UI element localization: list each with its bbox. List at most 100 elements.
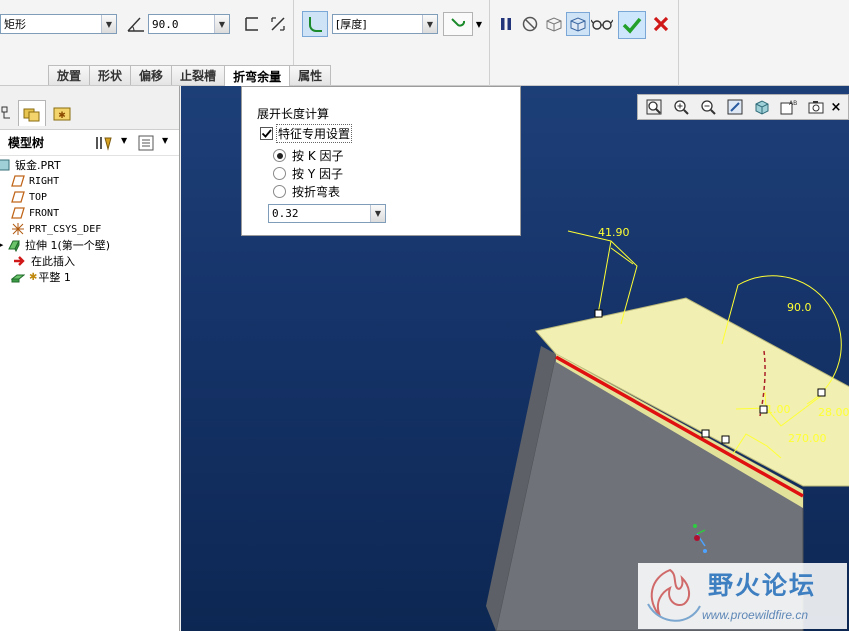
attached-preview-icon[interactable]	[542, 12, 566, 36]
cancel-x-icon[interactable]	[649, 12, 673, 36]
shape-select-value: 矩形	[4, 18, 26, 31]
tree-item-label: 钣金.PRT	[15, 159, 61, 172]
model-tree-header: 模型树 ▼ ▼	[0, 130, 179, 156]
angle-icon	[124, 12, 148, 36]
dim-angle-label: 90.0	[787, 301, 812, 314]
tab-relief[interactable]: 止裂槽	[171, 65, 226, 85]
tree-item-label: TOP	[29, 191, 48, 203]
tree-item-insert-here[interactable]: 在此插入	[12, 253, 75, 269]
chevron-down-icon[interactable]: ▼	[370, 205, 385, 222]
flame-logo-icon	[647, 568, 701, 622]
tab-properties[interactable]: 属性	[289, 65, 332, 85]
tab-bend-allowance[interactable]: 折弯余量	[224, 65, 291, 86]
close-view-toolbar-icon[interactable]: ×	[831, 96, 842, 118]
factor-value: 0.32	[272, 207, 299, 220]
chevron-down-icon[interactable]: ▼	[101, 15, 116, 33]
bend-radius-side-button[interactable]	[302, 11, 328, 37]
chevron-down-icon[interactable]: ▼	[472, 12, 486, 36]
tree-item-label: PRT_CSYS_DEF	[29, 223, 102, 235]
zoom-out-icon[interactable]	[696, 96, 720, 118]
watermark-title: 野火论坛	[708, 571, 817, 600]
toolbar-divider	[489, 0, 490, 86]
glasses-preview-icon[interactable]	[590, 12, 614, 36]
dim-a-label: 28.00	[818, 406, 849, 419]
insert-here-arrow-icon	[12, 254, 28, 268]
dim-b-label: 270.00	[788, 432, 827, 445]
navigator-pane: ✱ 模型树 ▼ ▼ 钣金.PRT RIGHT TOP FRONT PRT_CSY…	[0, 86, 180, 631]
tree-item-part[interactable]: 钣金.PRT	[0, 157, 61, 173]
view-toolbar: AB ×	[637, 94, 849, 120]
dim-length-label: 41.90	[598, 226, 630, 239]
radio-k-factor[interactable]: 按 K 因子	[273, 147, 344, 164]
refit-icon[interactable]	[642, 96, 666, 118]
tree-item-front[interactable]: FRONT	[10, 205, 59, 221]
no-preview-icon[interactable]	[518, 12, 542, 36]
bend-direction-button[interactable]	[443, 12, 473, 36]
confirm-check-icon[interactable]	[618, 11, 646, 39]
radio-selected-icon[interactable]	[273, 149, 286, 162]
radio-bend-table[interactable]: 按折弯表	[273, 183, 340, 200]
checkbox-checked-icon[interactable]	[260, 127, 273, 140]
panel-heading: 展开长度计算	[257, 107, 330, 121]
folder-browser-tab-icon[interactable]	[18, 100, 46, 126]
tree-item-label: 在此插入	[31, 255, 75, 268]
radio-bend-table-label: 按折弯表	[292, 185, 341, 199]
chevron-down-icon[interactable]: ▼	[422, 15, 437, 33]
zoom-in-icon[interactable]	[669, 96, 693, 118]
model-tree-title: 模型树	[8, 136, 45, 150]
angle-input[interactable]: 90.0 ▼	[148, 14, 230, 34]
angle-value: 90.0	[152, 17, 179, 31]
tree-settings-icon[interactable]	[94, 134, 114, 155]
radio-unselected-icon[interactable]	[273, 185, 286, 198]
factor-value-select[interactable]: 0.32 ▼	[268, 204, 386, 223]
feature-specific-label: 特征专用设置	[276, 124, 353, 143]
part-icon	[0, 158, 12, 172]
favorites-tab-icon[interactable]: ✱	[48, 100, 76, 126]
tree-item-csys[interactable]: PRT_CSYS_DEF	[10, 221, 101, 237]
new-feature-star-icon: ✱	[29, 271, 38, 283]
chevron-down-icon[interactable]: ▼	[214, 15, 229, 33]
tree-filter-list-icon[interactable]	[137, 134, 155, 155]
navigator-tabs: ✱	[0, 86, 179, 130]
verify-preview-icon[interactable]	[566, 12, 590, 36]
tree-item-top[interactable]: TOP	[10, 189, 47, 205]
datum-plane-icon	[10, 206, 26, 220]
extrude-wall-icon	[6, 238, 22, 252]
radio-y-factor-label: 按 Y 因子	[292, 167, 343, 181]
corner-bend-icon[interactable]	[240, 12, 264, 36]
datum-plane-icon	[10, 174, 26, 188]
watermark-url: www.proewildfire.cn	[702, 608, 809, 622]
feature-specific-checkbox[interactable]: 特征专用设置	[260, 124, 353, 143]
csys-icon	[10, 222, 26, 236]
tab-placement[interactable]: 放置	[48, 65, 91, 85]
datum-plane-icon	[10, 190, 26, 204]
flip-dimension-icon[interactable]	[266, 12, 290, 36]
saved-views-icon[interactable]: AB	[777, 96, 801, 118]
tree-item-right[interactable]: RIGHT	[10, 173, 59, 189]
thickness-select[interactable]: [厚度] ▼	[332, 14, 438, 34]
dim-c-label: 1.00	[766, 403, 791, 416]
radio-k-factor-label: 按 K 因子	[292, 149, 344, 163]
pause-icon[interactable]	[494, 12, 518, 36]
tab-shape[interactable]: 形状	[89, 65, 132, 85]
tab-offset[interactable]: 偏移	[130, 65, 173, 85]
camera-icon[interactable]	[804, 96, 828, 118]
tree-item-flat-wall[interactable]: ✱ 平整 1	[10, 269, 71, 285]
toolbar-divider	[678, 0, 679, 86]
repaint-icon[interactable]	[723, 96, 747, 118]
tree-item-extrude[interactable]: ▶ 拉伸 1(第一个壁)	[0, 237, 110, 253]
chevron-down-icon[interactable]: ▼	[121, 136, 127, 145]
thickness-select-value: [厚度]	[336, 18, 367, 31]
bend-allowance-panel: 展开长度计算 特征专用设置 按 K 因子 按 Y 因子 按折弯表 0.32 ▼	[241, 86, 521, 236]
shape-select[interactable]: 矩形 ▼	[0, 14, 117, 34]
feature-dashboard: 矩形 ▼ 90.0 ▼ [厚度] ▼ ▼ 放置 形状 偏移 止裂槽 折弯余量 属…	[0, 0, 849, 86]
chevron-down-icon[interactable]: ▼	[162, 136, 168, 145]
svg-text:AB: AB	[789, 100, 797, 107]
tree-item-label: 平整 1	[38, 271, 71, 284]
tree-item-label: 拉伸 1(第一个壁)	[25, 239, 111, 252]
shading-cube-icon[interactable]	[750, 96, 774, 118]
radio-y-factor[interactable]: 按 Y 因子	[273, 165, 343, 182]
tree-item-label: FRONT	[29, 207, 60, 219]
radio-unselected-icon[interactable]	[273, 167, 286, 180]
dashboard-tabs: 放置 形状 偏移 止裂槽 折弯余量 属性	[48, 65, 332, 86]
